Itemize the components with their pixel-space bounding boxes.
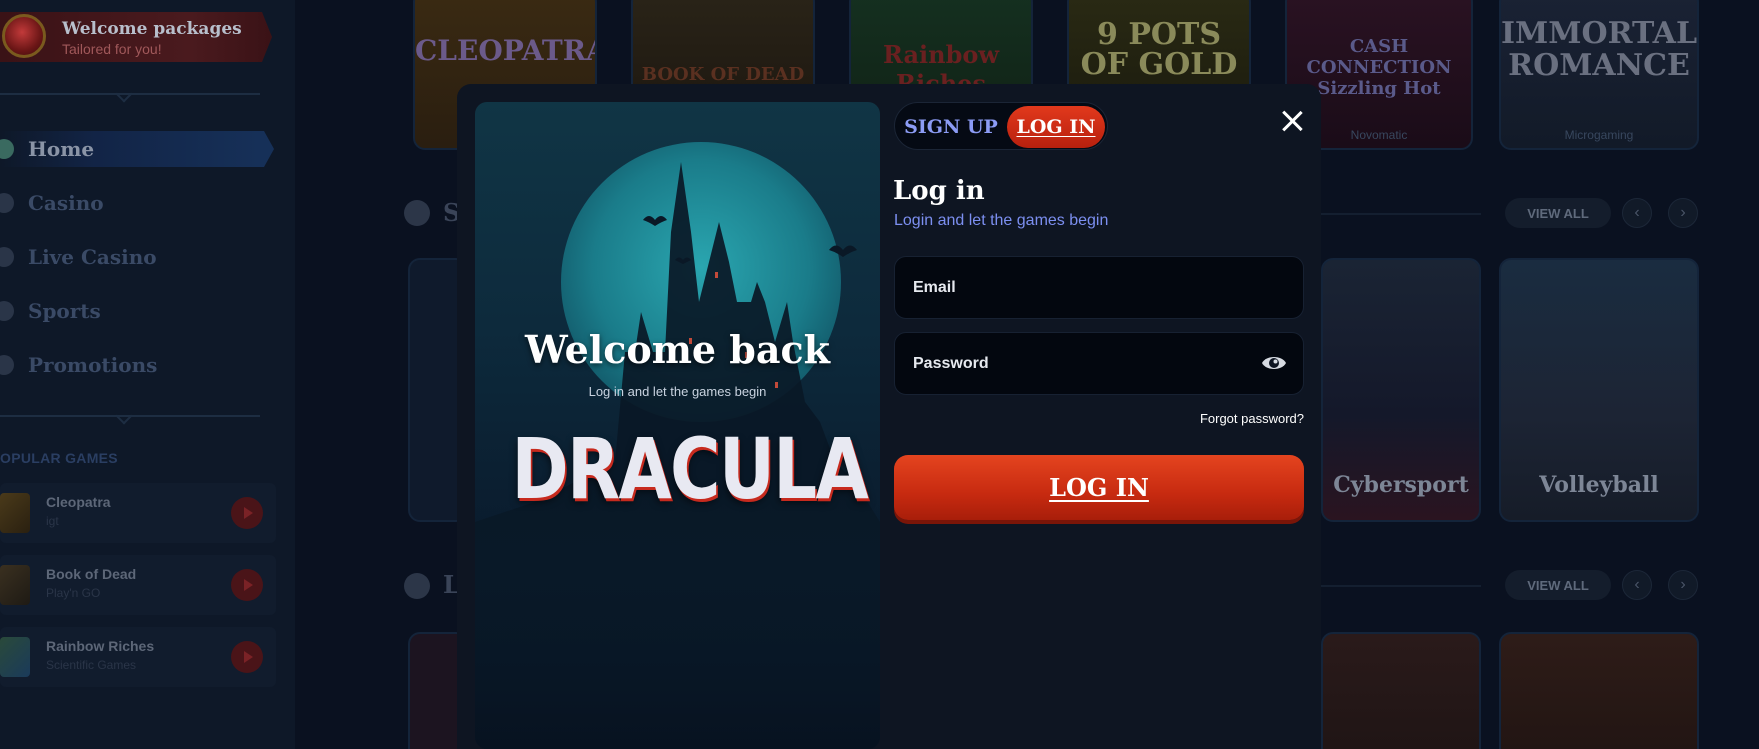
- game-thumbnail: [0, 565, 30, 605]
- game-provider: igt: [46, 514, 59, 528]
- sport-label: Volleyball: [1539, 472, 1659, 498]
- list-item[interactable]: Cleopatra igt: [0, 483, 276, 543]
- chevron-left-icon[interactable]: ‹: [1622, 198, 1652, 228]
- chevron-right-icon[interactable]: ›: [1668, 570, 1698, 600]
- sidebar-item-label: Casino: [28, 191, 104, 215]
- form-subtitle: Login and let the games begin: [894, 212, 1109, 229]
- dracula-logo: DRACULA: [511, 420, 868, 518]
- sidebar-item-sports[interactable]: Sports: [0, 293, 275, 329]
- game-provider: Play'n GO: [46, 586, 101, 600]
- game-name: Book of Dead: [46, 566, 137, 582]
- game-title: IMMORTAL ROMANCE: [1501, 16, 1698, 83]
- play-icon[interactable]: [231, 497, 263, 529]
- eye-icon[interactable]: [1261, 353, 1287, 373]
- login-button[interactable]: LOG IN: [894, 455, 1304, 520]
- game-provider: Microgaming: [1564, 128, 1634, 142]
- live-tile[interactable]: [1499, 632, 1699, 749]
- sidebar-item-label: Live Casino: [28, 245, 157, 269]
- sport-tile[interactable]: Cybersport: [1321, 258, 1481, 522]
- game-title: 9 POTS OF GOLD: [1080, 17, 1238, 82]
- sidebar-item-label: Sports: [28, 299, 101, 323]
- password-field-container: [894, 332, 1304, 395]
- ball-icon: [0, 301, 14, 321]
- game-thumbnail: [0, 637, 30, 677]
- tab-signup[interactable]: SIGN UP: [899, 106, 1003, 148]
- live-tile[interactable]: [1321, 632, 1481, 749]
- play-icon[interactable]: [231, 641, 263, 673]
- game-tile[interactable]: IMMORTAL ROMANCE Microgaming: [1499, 0, 1699, 150]
- section-divider: [1321, 585, 1481, 587]
- sidebar-item-label: Home: [28, 137, 95, 161]
- game-name: Rainbow Riches: [46, 638, 155, 654]
- sidebar: Welcome packages Tailored for you! Home …: [0, 0, 295, 749]
- list-item[interactable]: Rainbow Riches Scientific Games: [0, 627, 276, 687]
- chevron-right-icon[interactable]: ›: [1668, 198, 1698, 228]
- close-icon[interactable]: [1277, 106, 1307, 136]
- ball-icon: [404, 200, 430, 226]
- sidebar-item-label: Promotions: [28, 353, 158, 377]
- list-item[interactable]: Book of Dead Play'n GO: [0, 555, 276, 615]
- sidebar-divider: [0, 85, 260, 103]
- sidebar-item-home[interactable]: Home: [0, 131, 274, 167]
- sidebar-divider: [0, 407, 260, 425]
- tab-login[interactable]: LOG IN: [1007, 106, 1105, 148]
- cards-icon: [0, 247, 14, 267]
- game-provider: Scientific Games: [46, 658, 137, 672]
- home-icon: [0, 139, 14, 159]
- form-title: Log in: [893, 176, 985, 206]
- sidebar-item-promotions[interactable]: Promotions: [0, 347, 275, 383]
- game-name: Cleopatra: [46, 494, 111, 510]
- sport-label: Cybersport: [1333, 472, 1469, 498]
- popular-games-heading: OPULAR GAMES: [0, 450, 118, 466]
- email-field[interactable]: [895, 257, 1303, 318]
- game-title: BOOK OF DEAD: [641, 64, 805, 85]
- play-icon[interactable]: [231, 569, 263, 601]
- welcome-back-subtitle: Log in and let the games begin: [588, 384, 767, 399]
- welcome-back-title: Welcome back: [525, 327, 830, 372]
- sidebar-item-live-casino[interactable]: Live Casino: [0, 239, 275, 275]
- login-modal: Welcome back Log in and let the games be…: [457, 84, 1321, 749]
- gem-icon: [2, 14, 46, 58]
- forgot-password-link[interactable]: Forgot password?: [1114, 411, 1304, 426]
- auth-tabs: SIGN UP LOG IN: [894, 102, 1108, 150]
- password-field[interactable]: [895, 333, 1303, 394]
- view-all-button[interactable]: VIEW ALL: [1505, 570, 1611, 600]
- sidebar-item-casino[interactable]: Casino: [0, 185, 275, 221]
- view-all-button[interactable]: VIEW ALL: [1505, 198, 1611, 228]
- section-divider: [1321, 213, 1481, 215]
- sport-tile[interactable]: Volleyball: [1499, 258, 1699, 522]
- dice-icon: [404, 573, 430, 599]
- chevron-left-icon[interactable]: ‹: [1622, 570, 1652, 600]
- promo-title: Welcome packages: [62, 19, 242, 39]
- game-title: CLEOPATRA: [415, 34, 597, 67]
- gift-icon: [0, 355, 14, 375]
- promo-subtitle: Tailored for you!: [62, 41, 162, 57]
- modal-artwork: Welcome back Log in and let the games be…: [475, 102, 880, 749]
- casino-chip-icon: [0, 193, 14, 213]
- game-thumbnail: [0, 493, 30, 533]
- email-field-container: [894, 256, 1304, 319]
